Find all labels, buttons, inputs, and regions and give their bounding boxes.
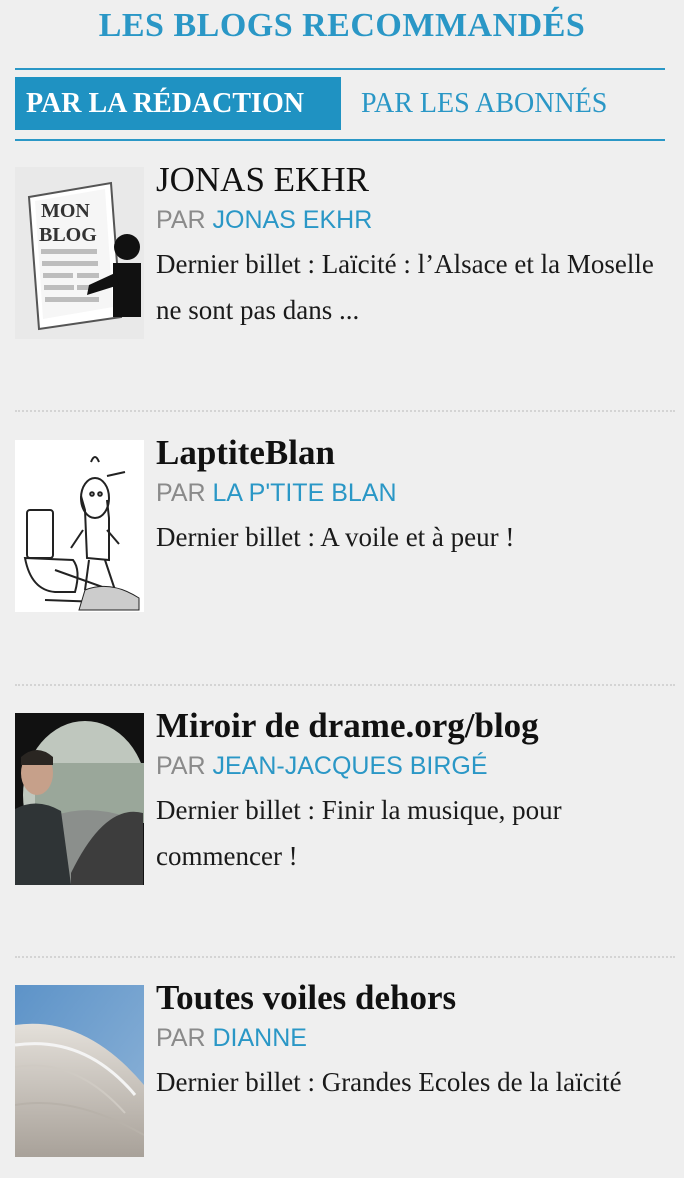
blog-item: MON BLOG JONAS EKHR PAR JONAS EKHR Derni… bbox=[15, 160, 684, 339]
last-post-excerpt[interactable]: Dernier billet : Grandes Ecoles de la la… bbox=[156, 1059, 684, 1105]
tab-par-les-abonnes[interactable]: PAR LES ABONNÉS bbox=[341, 77, 607, 130]
item-divider bbox=[15, 410, 675, 412]
blog-thumbnail-laptiteblan[interactable] bbox=[15, 440, 144, 612]
author-link[interactable]: LA P'TITE BLAN bbox=[213, 479, 397, 507]
blog-thumbnail-mon-blog[interactable]: MON BLOG bbox=[15, 167, 144, 339]
drawing-girl-icon bbox=[15, 440, 144, 612]
blog-thumbnail-drame[interactable] bbox=[15, 713, 144, 885]
mon-blog-illustration-icon: MON BLOG bbox=[15, 167, 144, 339]
last-post-excerpt[interactable]: Dernier billet : A voile et à peur ! bbox=[156, 514, 684, 560]
last-post-excerpt[interactable]: Dernier billet : Laïcité : l’Alsace et l… bbox=[156, 241, 684, 333]
tab-bar: PAR LA RÉDACTION PAR LES ABONNÉS bbox=[15, 77, 607, 130]
blog-item: Miroir de drame.org/blog PAR JEAN-JACQUE… bbox=[15, 706, 684, 885]
author-link[interactable]: JONAS EKHR bbox=[213, 206, 373, 234]
section-title: LES BLOGS RECOMMANDÉS bbox=[98, 7, 586, 44]
svg-text:BLOG: BLOG bbox=[39, 224, 97, 246]
blog-title-link[interactable]: LaptiteBlan bbox=[156, 432, 684, 474]
item-divider bbox=[15, 684, 675, 686]
svg-text:MON: MON bbox=[41, 200, 90, 222]
byline-prefix: PAR bbox=[156, 752, 213, 780]
blog-item: LaptiteBlan PAR LA P'TITE BLAN Dernier b… bbox=[15, 433, 684, 612]
blog-thumbnail-toutes-voiles[interactable] bbox=[15, 985, 144, 1157]
byline-prefix: PAR bbox=[156, 479, 213, 507]
author-link[interactable]: JEAN-JACQUES BIRGÉ bbox=[213, 752, 488, 780]
sail-photo-icon bbox=[15, 985, 144, 1157]
tabs-top-rule bbox=[15, 68, 665, 70]
byline-prefix: PAR bbox=[156, 206, 213, 234]
author-photo-icon bbox=[15, 713, 144, 885]
blog-byline: PAR LA P'TITE BLAN bbox=[156, 474, 684, 512]
last-post-excerpt[interactable]: Dernier billet : Finir la musique, pour … bbox=[156, 787, 684, 879]
blog-title-link[interactable]: JONAS EKHR bbox=[156, 159, 684, 201]
blog-item: Toutes voiles dehors PAR DIANNE Dernier … bbox=[15, 978, 684, 1157]
byline-prefix: PAR bbox=[156, 1024, 213, 1052]
blog-byline: PAR JEAN-JACQUES BIRGÉ bbox=[156, 747, 684, 785]
tab-par-la-redaction[interactable]: PAR LA RÉDACTION bbox=[15, 77, 341, 130]
blog-title-link[interactable]: Toutes voiles dehors bbox=[156, 977, 684, 1019]
blog-byline: PAR JONAS EKHR bbox=[156, 201, 684, 239]
author-link[interactable]: DIANNE bbox=[213, 1024, 307, 1052]
tabs-bottom-rule bbox=[15, 139, 665, 141]
blog-title-link[interactable]: Miroir de drame.org/blog bbox=[156, 705, 684, 747]
blog-byline: PAR DIANNE bbox=[156, 1019, 684, 1057]
item-divider bbox=[15, 956, 675, 958]
